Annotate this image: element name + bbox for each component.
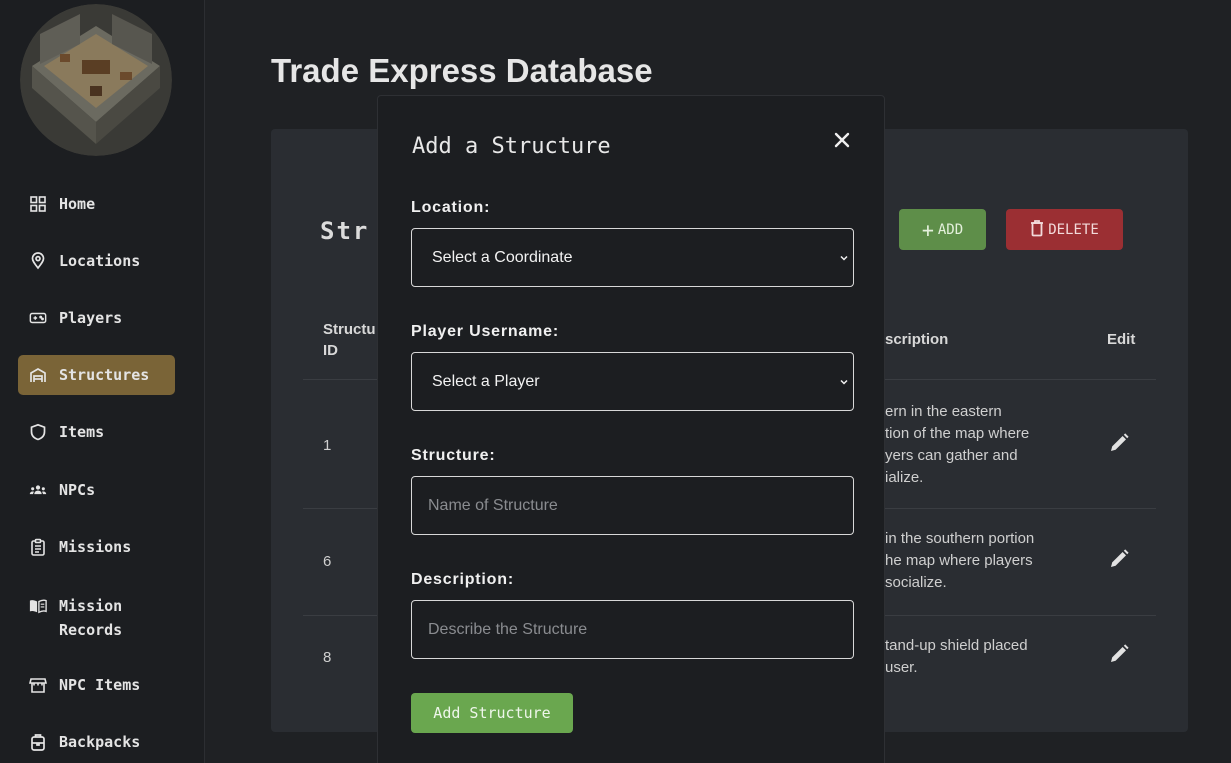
pencil-icon[interactable] [1108,548,1130,570]
sidebar-item-label: NPC Items [59,676,141,694]
sidebar-item-items[interactable]: Items [18,412,175,452]
sidebar-item-label: Mission Records [59,597,123,639]
sidebar-item-locations[interactable]: Locations [18,241,175,281]
sidebar-item-missions[interactable]: Missions [18,527,175,567]
row-id: 8 [323,649,332,666]
sidebar-item-label: Backpacks [59,733,141,751]
chevron-down-icon [840,255,848,261]
close-icon[interactable] [832,130,852,150]
add-structure-modal: Add a Structure Location: Select a Coord… [377,95,885,763]
shield-icon [28,422,48,442]
storefront-icon [28,675,48,695]
pencil-icon[interactable] [1108,643,1130,665]
sidebar-item-label: Missions [59,538,132,556]
sidebar-item-npcs[interactable]: NPCs [18,470,175,510]
sidebar-item-home[interactable]: Home [18,184,175,224]
description-placeholder: Describe the Structure [428,620,588,638]
modal-title: Add a Structure [412,134,611,159]
gamepad-icon [28,308,48,328]
structure-label: Structure: [411,447,496,464]
add-button-label: ADD [937,221,964,238]
structure-name-input[interactable]: Name of Structure [411,476,854,535]
row-id: 1 [323,437,332,454]
plus-icon: + [921,217,934,242]
logo[interactable] [20,4,172,156]
sidebar-item-mission-records[interactable]: Mission Records [18,592,175,644]
location-select[interactable]: Select a Coordinate [411,228,854,287]
clipboard-icon [28,537,48,557]
column-header-id: Structu ID [323,321,376,359]
row-description: in the southern portion he map where pla… [885,530,1035,591]
player-select-value: Select a Player [432,372,540,390]
warehouse-icon [28,365,48,385]
sidebar-item-label: Home [59,195,96,213]
add-structure-button[interactable]: Add Structure [411,693,573,733]
description-input[interactable]: Describe the Structure [411,600,854,659]
row-id: 6 [323,553,332,570]
location-select-value: Select a Coordinate [432,248,573,266]
row-description: ern in the eastern tion of the map where… [885,403,1030,486]
sidebar-item-label: NPCs [59,481,96,499]
grid-icon [28,194,48,214]
sidebar-item-npc-items[interactable]: NPC Items [18,665,175,705]
card-title: Str [320,217,370,245]
sidebar-item-label: Players [59,309,123,327]
structure-name-placeholder: Name of Structure [428,496,558,514]
player-username-label: Player Username: [411,323,559,340]
add-button[interactable]: + ADD [899,209,986,250]
column-header-edit: Edit [1107,331,1136,348]
player-select[interactable]: Select a Player [411,352,854,411]
sidebar-item-label: Items [59,423,105,441]
delete-button[interactable]: DELETE [1006,209,1123,250]
location-pin-icon [28,251,48,271]
column-header-description: scription [885,331,949,348]
sidebar-item-structures[interactable]: Structures [18,355,175,395]
delete-button-label: DELETE [1048,221,1099,238]
group-icon [28,480,48,500]
pencil-icon[interactable] [1108,432,1130,454]
page-title: Trade Express Database [271,52,653,89]
sidebar-item-backpacks[interactable]: Backpacks [18,722,175,762]
trash-icon [1030,219,1044,241]
sidebar-item-players[interactable]: Players [18,298,175,338]
backpack-icon [28,732,48,752]
sidebar-item-label: Structures [59,366,150,384]
location-label: Location: [411,199,491,216]
sidebar: Home Locations Players Structures Items … [0,0,205,763]
description-label: Description: [411,571,514,588]
book-icon [28,596,48,616]
chevron-down-icon [840,379,848,385]
sidebar-item-label: Locations [59,252,141,270]
row-description: tand-up shield placed user. [885,637,1028,676]
